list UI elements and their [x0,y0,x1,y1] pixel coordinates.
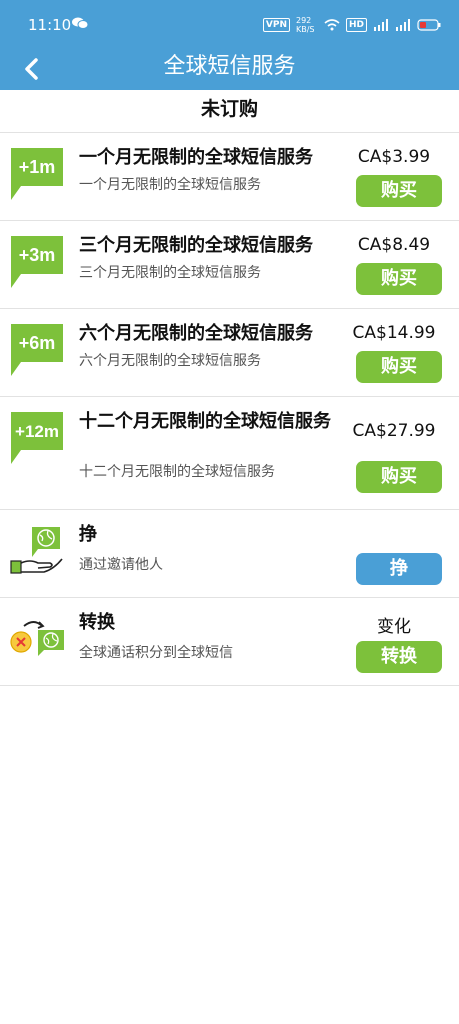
plan-row: +6m 六个月无限制的全球短信服务 六个月无限制的全球短信服务 CA$14.99… [0,309,459,397]
earn-name: 挣 [79,524,97,545]
svg-text:+1m: +1m [19,157,56,177]
plan-badge-icon: +1m [11,148,63,200]
plan-badge-icon: +3m [11,236,63,288]
earn-button[interactable]: 挣 [356,553,442,585]
wifi-icon [324,19,340,31]
convert-row: 转换 全球通话积分到全球短信 变化 转换 [0,598,459,686]
signal-icon [374,19,388,31]
plan-price: CA$3.99 [357,147,431,167]
plan-desc: 十二个月无限制的全球短信服务 [79,464,275,480]
plan-price: CA$27.99 [352,421,436,441]
convert-name: 转换 [79,612,115,633]
wechat-icon [72,17,88,29]
convert-label: 变化 [377,617,411,637]
app-bar: 全球短信服务 [0,52,459,90]
coin-to-globe-icon [10,621,64,656]
plan-name: 十二个月无限制的全球短信服务 [79,411,331,432]
status-bar: 11:10 VPN 292 KB/S HD [0,0,459,52]
vpn-icon: VPN [262,18,290,32]
plan-name: 一个月无限制的全球短信服务 [79,147,313,168]
plan-badge-icon: +6m [11,324,63,376]
section-header: 未订购 [0,90,459,133]
hd-icon: HD [345,18,367,32]
svg-text:+12m: +12m [15,422,59,441]
plan-row: +12m 十二个月无限制的全球短信服务 十二个月无限制的全球短信服务 CA$27… [0,397,459,510]
plan-row: +3m 三个月无限制的全球短信服务 三个月无限制的全球短信服务 CA$8.49 … [0,221,459,309]
convert-desc: 全球通话积分到全球短信 [79,645,233,661]
signal-icon [396,19,410,31]
hand-globe-icon [10,527,63,574]
buy-button[interactable]: 购买 [356,461,442,493]
convert-button[interactable]: 转换 [356,641,442,673]
plan-price: CA$14.99 [352,323,436,343]
plan-name: 三个月无限制的全球短信服务 [79,235,313,256]
svg-text:+6m: +6m [19,333,56,353]
earn-row: 挣 通过邀请他人 挣 [0,510,459,598]
buy-button[interactable]: 购买 [356,351,442,383]
plan-desc: 三个月无限制的全球短信服务 [79,265,261,281]
plan-name: 六个月无限制的全球短信服务 [79,323,313,344]
plan-desc: 六个月无限制的全球短信服务 [79,353,261,369]
earn-desc: 通过邀请他人 [79,557,163,573]
plan-badge-icon: +12m [11,412,63,464]
svg-text:+3m: +3m [19,245,56,265]
plan-desc: 一个月无限制的全球短信服务 [79,177,261,193]
plan-row: +1m 一个月无限制的全球短信服务 一个月无限制的全球短信服务 CA$3.99 … [0,133,459,221]
page-title: 全球短信服务 [163,54,296,79]
battery-icon [417,19,441,31]
status-time: 11:10 [28,16,72,34]
network-speed: 292 KB/S [295,16,315,34]
plan-price: CA$8.49 [357,235,431,255]
buy-button[interactable]: 购买 [356,175,442,207]
buy-button[interactable]: 购买 [356,263,442,295]
system-icons: VPN 292 KB/S HD [262,16,441,34]
